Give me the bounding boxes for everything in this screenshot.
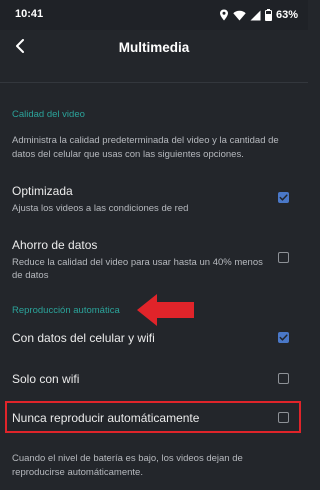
autoplay-footer-note: Cuando el nivel de batería es bajo, los … [12, 453, 243, 478]
checkmark-icon [279, 194, 288, 201]
option-optimized-subtitle: Ajusta los videos a las condiciones de r… [12, 203, 189, 214]
signal-icon [250, 10, 261, 21]
checkbox-optimized[interactable] [278, 192, 289, 203]
location-icon [219, 9, 229, 21]
annotation-highlight-box [5, 401, 301, 433]
battery-icon [264, 9, 272, 21]
header-divider [0, 82, 308, 83]
annotation-arrow-icon [137, 294, 194, 326]
option-data-saver-subtitle: Reduce la calidad del video para usar ha… [12, 257, 263, 281]
status-icons: 63% [219, 7, 298, 23]
checkbox-data-saver[interactable] [278, 252, 289, 263]
option-optimized-title[interactable]: Optimizada [12, 184, 73, 198]
checkbox-mobile-and-wifi[interactable] [278, 332, 289, 343]
battery-percentage: 63% [275, 9, 298, 21]
status-time: 10:41 [15, 8, 44, 20]
checkbox-wifi-only[interactable] [278, 373, 289, 384]
status-bar: 10:41 63% [0, 0, 308, 30]
wifi-icon [233, 10, 246, 21]
section-header-video-quality: Calidad del video [12, 109, 85, 120]
section-header-autoplay: Reproducción automática [12, 305, 120, 316]
video-quality-description: Administra la calidad predeterminada del… [12, 135, 279, 160]
app-bar: Multimedia [0, 30, 308, 66]
option-mobile-and-wifi-title[interactable]: Con datos del celular y wifi [12, 331, 155, 345]
option-data-saver-title[interactable]: Ahorro de datos [12, 238, 97, 252]
checkmark-icon [279, 334, 288, 341]
option-wifi-only-title[interactable]: Solo con wifi [12, 372, 79, 386]
page-title: Multimedia [118, 40, 190, 55]
